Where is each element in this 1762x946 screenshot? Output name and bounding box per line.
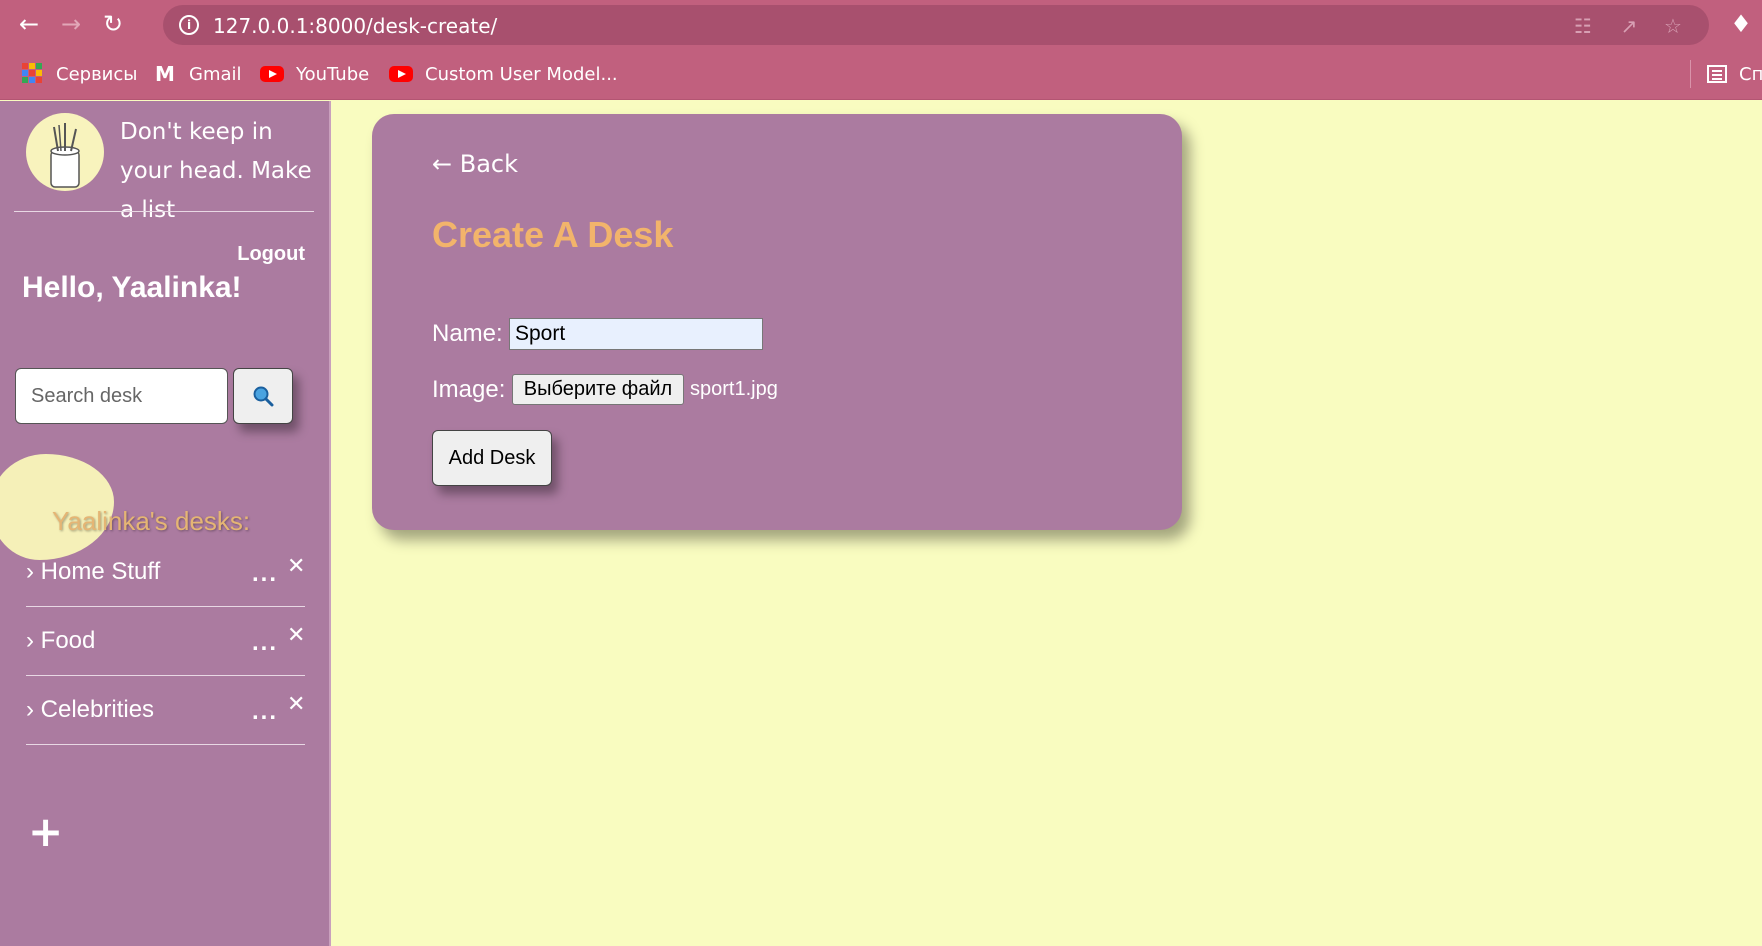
back-link[interactable]: ← Back	[432, 150, 518, 178]
close-icon[interactable]: ✕	[287, 692, 305, 717]
bookmark-custom-user-model[interactable]: Custom User Model...	[389, 60, 618, 88]
sidebar: Don't keep in your head. Make a list Log…	[0, 101, 331, 946]
choose-file-button[interactable]: Выберите файл	[512, 374, 684, 405]
address-bar[interactable]: i 127.0.0.1:8000/desk-create/ ☷ ↗ ☆	[163, 5, 1709, 45]
site-info-icon[interactable]: i	[179, 15, 199, 35]
apps-grid-icon	[22, 63, 44, 85]
desk-link-celebrities[interactable]: › Celebrities	[26, 696, 154, 724]
extensions-puzzle-icon[interactable]: ♦	[1727, 10, 1755, 38]
desk-link-food[interactable]: › Food	[26, 627, 95, 655]
youtube-icon	[260, 66, 284, 82]
bookmark-label: YouTube	[296, 63, 370, 85]
bookmark-youtube[interactable]: YouTube	[260, 60, 369, 88]
list-item: › Food ... ✕	[26, 607, 305, 676]
share-icon[interactable]: ↗	[1616, 13, 1642, 39]
desk-list: › Home Stuff ... ✕ › Food ... ✕ › Celebr…	[26, 538, 305, 745]
reading-list-button[interactable]: Сп	[1690, 60, 1762, 88]
divider	[14, 211, 314, 212]
bookmark-gmail[interactable]: M Gmail	[155, 60, 242, 88]
tagline: Don't keep in your head. Make a list	[120, 119, 312, 223]
back-arrow-icon[interactable]: ←	[14, 9, 44, 39]
bookmark-label: Сервисы	[56, 63, 138, 85]
bookmark-services[interactable]: Сервисы	[22, 60, 137, 88]
translate-icon[interactable]: ☷	[1570, 13, 1596, 39]
reload-icon[interactable]: ↻	[98, 9, 128, 39]
reading-list-icon	[1707, 65, 1727, 83]
logo-pencil-cup-icon	[26, 113, 104, 191]
search-input[interactable]	[15, 368, 228, 424]
page-title: Create A Desk	[432, 214, 674, 255]
desk-link-home-stuff[interactable]: › Home Stuff	[26, 558, 160, 586]
reading-list-label: Сп	[1739, 63, 1762, 85]
create-desk-card: ← Back Create A Desk Name: Image: Выбери…	[372, 114, 1182, 530]
search-button[interactable]	[233, 368, 293, 424]
add-desk-button[interactable]: Add Desk	[432, 430, 552, 486]
more-options-icon[interactable]: ...	[252, 698, 278, 726]
more-options-icon[interactable]: ...	[252, 560, 278, 588]
logout-link[interactable]: Logout	[237, 243, 305, 266]
selected-file-name: sport1.jpg	[690, 378, 778, 400]
image-label: Image:	[432, 376, 506, 403]
youtube-icon	[389, 66, 413, 82]
bookmark-label: Gmail	[189, 63, 242, 85]
close-icon[interactable]: ✕	[287, 623, 305, 648]
greeting: Hello, Yaalinka!	[22, 271, 242, 304]
forward-arrow-icon[interactable]: →	[56, 9, 86, 39]
bookmark-label: Custom User Model...	[425, 63, 618, 85]
close-icon[interactable]: ✕	[287, 554, 305, 579]
address-url[interactable]: 127.0.0.1:8000/desk-create/	[213, 14, 497, 38]
add-desk-plus-icon[interactable]: +	[28, 811, 63, 853]
more-options-icon[interactable]: ...	[252, 629, 278, 657]
browser-toolbar: ← → ↻ i 127.0.0.1:8000/desk-create/ ☷ ↗ …	[0, 0, 1762, 50]
desks-heading: Yaalinka's desks:	[52, 506, 251, 536]
bookmarks-bar: Сервисы M Gmail YouTube Custom User Mode…	[0, 50, 1762, 100]
magnifier-icon	[253, 386, 274, 407]
list-item: › Celebrities ... ✕	[26, 676, 305, 745]
bookmark-star-icon[interactable]: ☆	[1660, 13, 1686, 39]
name-label: Name:	[432, 320, 503, 347]
name-field[interactable]	[509, 318, 763, 350]
list-item: › Home Stuff ... ✕	[26, 538, 305, 607]
gmail-icon: M	[155, 62, 175, 86]
